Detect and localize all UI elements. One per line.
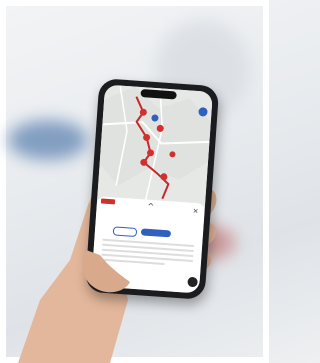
photo-scene: ^ × <box>0 0 269 363</box>
thumb <box>82 250 130 293</box>
